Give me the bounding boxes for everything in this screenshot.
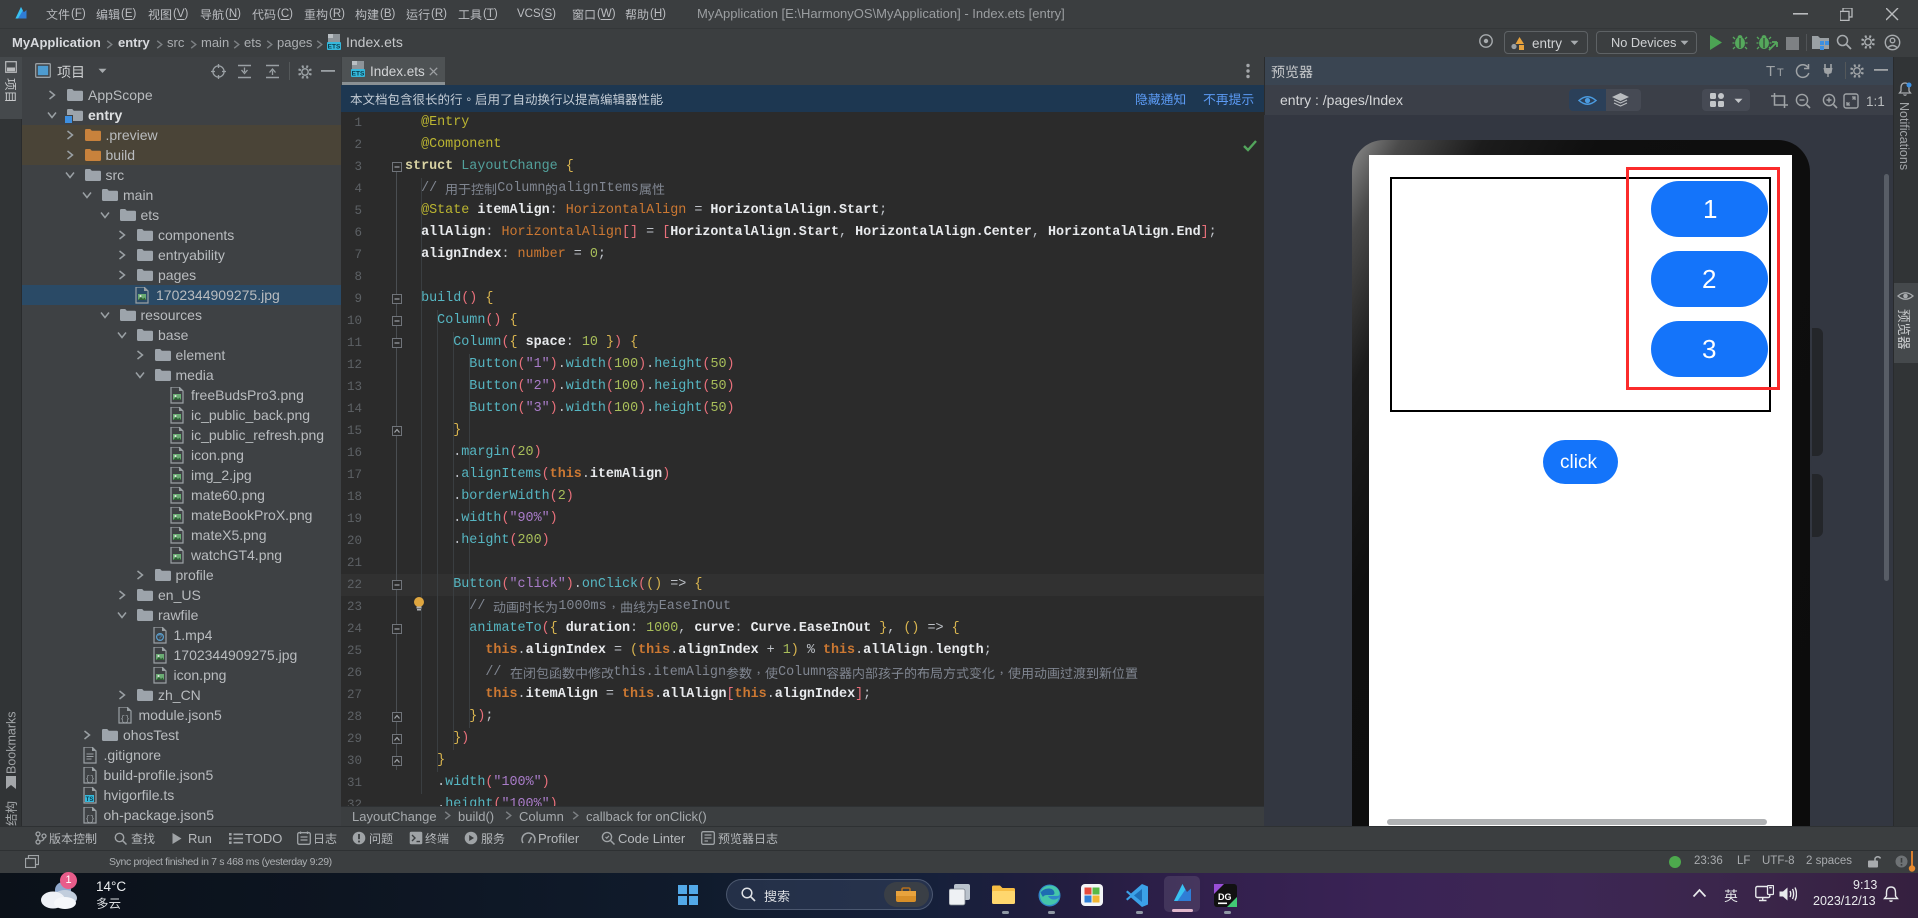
svg-text:T: T — [1777, 67, 1784, 79]
svg-text:{}: {} — [120, 715, 130, 724]
svg-text:{}: {} — [85, 815, 95, 824]
svg-text:Bookmarks: Bookmarks — [5, 711, 19, 774]
svg-text:DG: DG — [1218, 892, 1232, 902]
svg-text:TS: TS — [85, 797, 93, 803]
svg-text:T: T — [1766, 63, 1775, 79]
svg-text:Notifications: Notifications — [1897, 102, 1911, 170]
svg-text:ETS: ETS — [328, 44, 341, 51]
svg-text:{}: {} — [85, 775, 95, 784]
svg-text:ETS: ETS — [352, 71, 365, 78]
svg-text:?: ? — [158, 635, 162, 642]
